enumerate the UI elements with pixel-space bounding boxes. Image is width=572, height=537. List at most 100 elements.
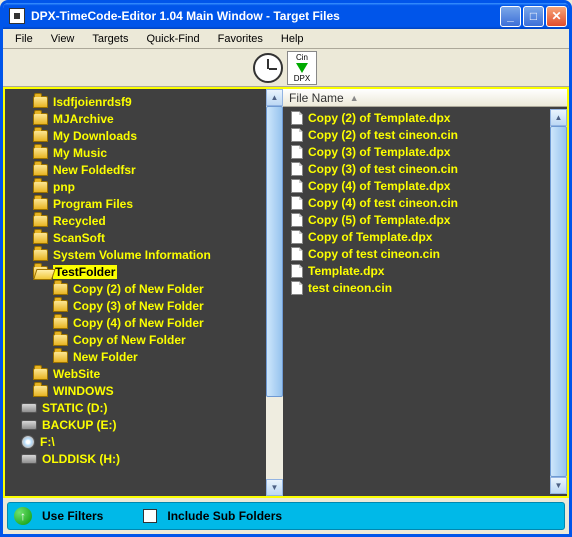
scroll-thumb[interactable] <box>266 106 283 397</box>
tree-item-label: BACKUP (E:) <box>42 418 116 432</box>
file-icon <box>291 128 303 142</box>
scroll-down-button[interactable]: ▼ <box>266 479 283 496</box>
file-item[interactable]: Copy (4) of Template.dpx <box>283 177 550 194</box>
file-item[interactable]: test cineon.cin <box>283 279 550 296</box>
tree-item[interactable]: pnp <box>5 178 266 195</box>
tree-item[interactable]: MJArchive <box>5 110 266 127</box>
use-filters-label[interactable]: Use Filters <box>42 509 103 523</box>
tree-item[interactable]: My Downloads <box>5 127 266 144</box>
filelist-scrollbar[interactable]: ▲ ▼ <box>550 109 567 494</box>
file-item-label: Template.dpx <box>308 264 384 278</box>
file-item-label: Copy (4) of Template.dpx <box>308 179 450 193</box>
tree-item-label: Copy (3) of New Folder <box>73 299 204 313</box>
menu-targets[interactable]: Targets <box>84 31 136 47</box>
tree-item-label: pnp <box>53 180 75 194</box>
cin-dpx-button[interactable]: Cin DPX <box>287 51 317 85</box>
clock-icon[interactable] <box>253 53 283 83</box>
scroll-up-button[interactable]: ▲ <box>266 89 283 106</box>
file-list-pane: File Name ▲ Copy (2) of Template.dpxCopy… <box>283 89 567 496</box>
file-item-label: Copy of test cineon.cin <box>308 247 440 261</box>
file-item[interactable]: Copy (2) of test cineon.cin <box>283 126 550 143</box>
tree-item[interactable]: BACKUP (E:) <box>5 416 266 433</box>
file-item[interactable]: Copy (3) of test cineon.cin <box>283 160 550 177</box>
folder-icon <box>33 198 48 210</box>
folder-icon <box>53 317 68 329</box>
tree-item[interactable]: TestFolder <box>5 263 266 280</box>
tree-item[interactable]: Isdfjoienrdsf9 <box>5 93 266 110</box>
file-item[interactable]: Copy (3) of Template.dpx <box>283 143 550 160</box>
file-item-label: Copy (5) of Template.dpx <box>308 213 450 227</box>
tree-item[interactable]: Copy (2) of New Folder <box>5 280 266 297</box>
file-icon <box>291 264 303 278</box>
tree-item[interactable]: WINDOWS <box>5 382 266 399</box>
menu-favorites[interactable]: Favorites <box>210 31 271 47</box>
tree-item[interactable]: Recycled <box>5 212 266 229</box>
close-button[interactable]: ✕ <box>546 6 567 27</box>
column-header-filename[interactable]: File Name ▲ <box>283 89 567 107</box>
tree-item[interactable]: Copy of New Folder <box>5 331 266 348</box>
menu-view[interactable]: View <box>43 31 83 47</box>
scroll-track[interactable] <box>550 126 567 477</box>
tree-item[interactable]: WebSite <box>5 365 266 382</box>
up-arrow-icon[interactable]: ↑ <box>14 507 32 525</box>
folder-tree[interactable]: Isdfjoienrdsf9 MJArchiveMy Downloads My Mu… <box>5 89 266 496</box>
file-item-label: Copy of Template.dpx <box>308 230 432 244</box>
file-icon <box>291 162 303 176</box>
drive-icon <box>21 403 37 413</box>
file-list[interactable]: Copy (2) of Template.dpxCopy (2) of test… <box>283 107 567 496</box>
tree-item[interactable]: STATIC (D:) <box>5 399 266 416</box>
tree-item-label: My Music <box>53 146 107 160</box>
file-item[interactable]: Copy (5) of Template.dpx <box>283 211 550 228</box>
tree-item[interactable]: F:\ <box>5 433 266 450</box>
file-icon <box>291 145 303 159</box>
tree-item[interactable]: Copy (4) of New Folder <box>5 314 266 331</box>
folder-icon <box>53 351 68 363</box>
sort-asc-icon: ▲ <box>350 93 359 103</box>
include-subfolders-checkbox[interactable] <box>143 509 157 523</box>
tree-item-label: Copy of New Folder <box>73 333 186 347</box>
tree-item[interactable]: OLDDISK (H:) <box>5 450 266 467</box>
folder-tree-pane: Isdfjoienrdsf9 MJArchiveMy Downloads My Mu… <box>5 89 283 496</box>
cin-label: Cin <box>296 53 308 62</box>
folder-icon <box>33 130 48 142</box>
file-item-label: Copy (3) of Template.dpx <box>308 145 450 159</box>
tree-item-label: Copy (4) of New Folder <box>73 316 204 330</box>
folder-icon <box>33 368 48 380</box>
maximize-button[interactable]: □ <box>523 6 544 27</box>
menu-help[interactable]: Help <box>273 31 312 47</box>
folder-icon <box>33 232 48 244</box>
titlebar[interactable]: DPX-TimeCode-Editor 1.04 Main Window - T… <box>3 3 569 29</box>
file-item[interactable]: Template.dpx <box>283 262 550 279</box>
tree-item[interactable]: ScanSoft <box>5 229 266 246</box>
menu-file[interactable]: File <box>7 31 41 47</box>
file-item[interactable]: Copy (2) of Template.dpx <box>283 109 550 126</box>
file-item[interactable]: Copy of test cineon.cin <box>283 245 550 262</box>
tree-scrollbar[interactable]: ▲ ▼ <box>266 89 283 496</box>
tree-item[interactable]: Copy (3) of New Folder <box>5 297 266 314</box>
tree-item-label: OLDDISK (H:) <box>42 452 120 466</box>
tree-item[interactable]: Program Files <box>5 195 266 212</box>
tree-item-label: Recycled <box>53 214 106 228</box>
folder-icon <box>33 96 48 108</box>
file-icon <box>291 179 303 193</box>
tree-item[interactable]: My Music <box>5 144 266 161</box>
minimize-button[interactable]: _ <box>500 6 521 27</box>
scroll-down-button[interactable]: ▼ <box>550 477 567 494</box>
file-item[interactable]: Copy (4) of test cineon.cin <box>283 194 550 211</box>
scroll-track[interactable] <box>266 106 283 479</box>
tree-item-label: New Folder <box>73 350 138 364</box>
scroll-up-button[interactable]: ▲ <box>550 109 567 126</box>
folder-icon <box>33 181 48 193</box>
tree-item-label: MJArchive <box>53 112 114 126</box>
file-item-label: Copy (3) of test cineon.cin <box>308 162 458 176</box>
tree-item[interactable]: New Folder <box>5 348 266 365</box>
tree-item[interactable]: New Foldedfsr <box>5 161 266 178</box>
content-area: Isdfjoienrdsf9 MJArchiveMy Downloads My Mu… <box>3 87 569 498</box>
tree-item-label: TestFolder <box>53 265 117 279</box>
file-item-label: Copy (4) of test cineon.cin <box>308 196 458 210</box>
file-icon <box>291 281 303 295</box>
menu-quickfind[interactable]: Quick-Find <box>138 31 207 47</box>
scroll-thumb[interactable] <box>550 126 567 477</box>
tree-item[interactable]: System Volume Information <box>5 246 266 263</box>
file-item[interactable]: Copy of Template.dpx <box>283 228 550 245</box>
